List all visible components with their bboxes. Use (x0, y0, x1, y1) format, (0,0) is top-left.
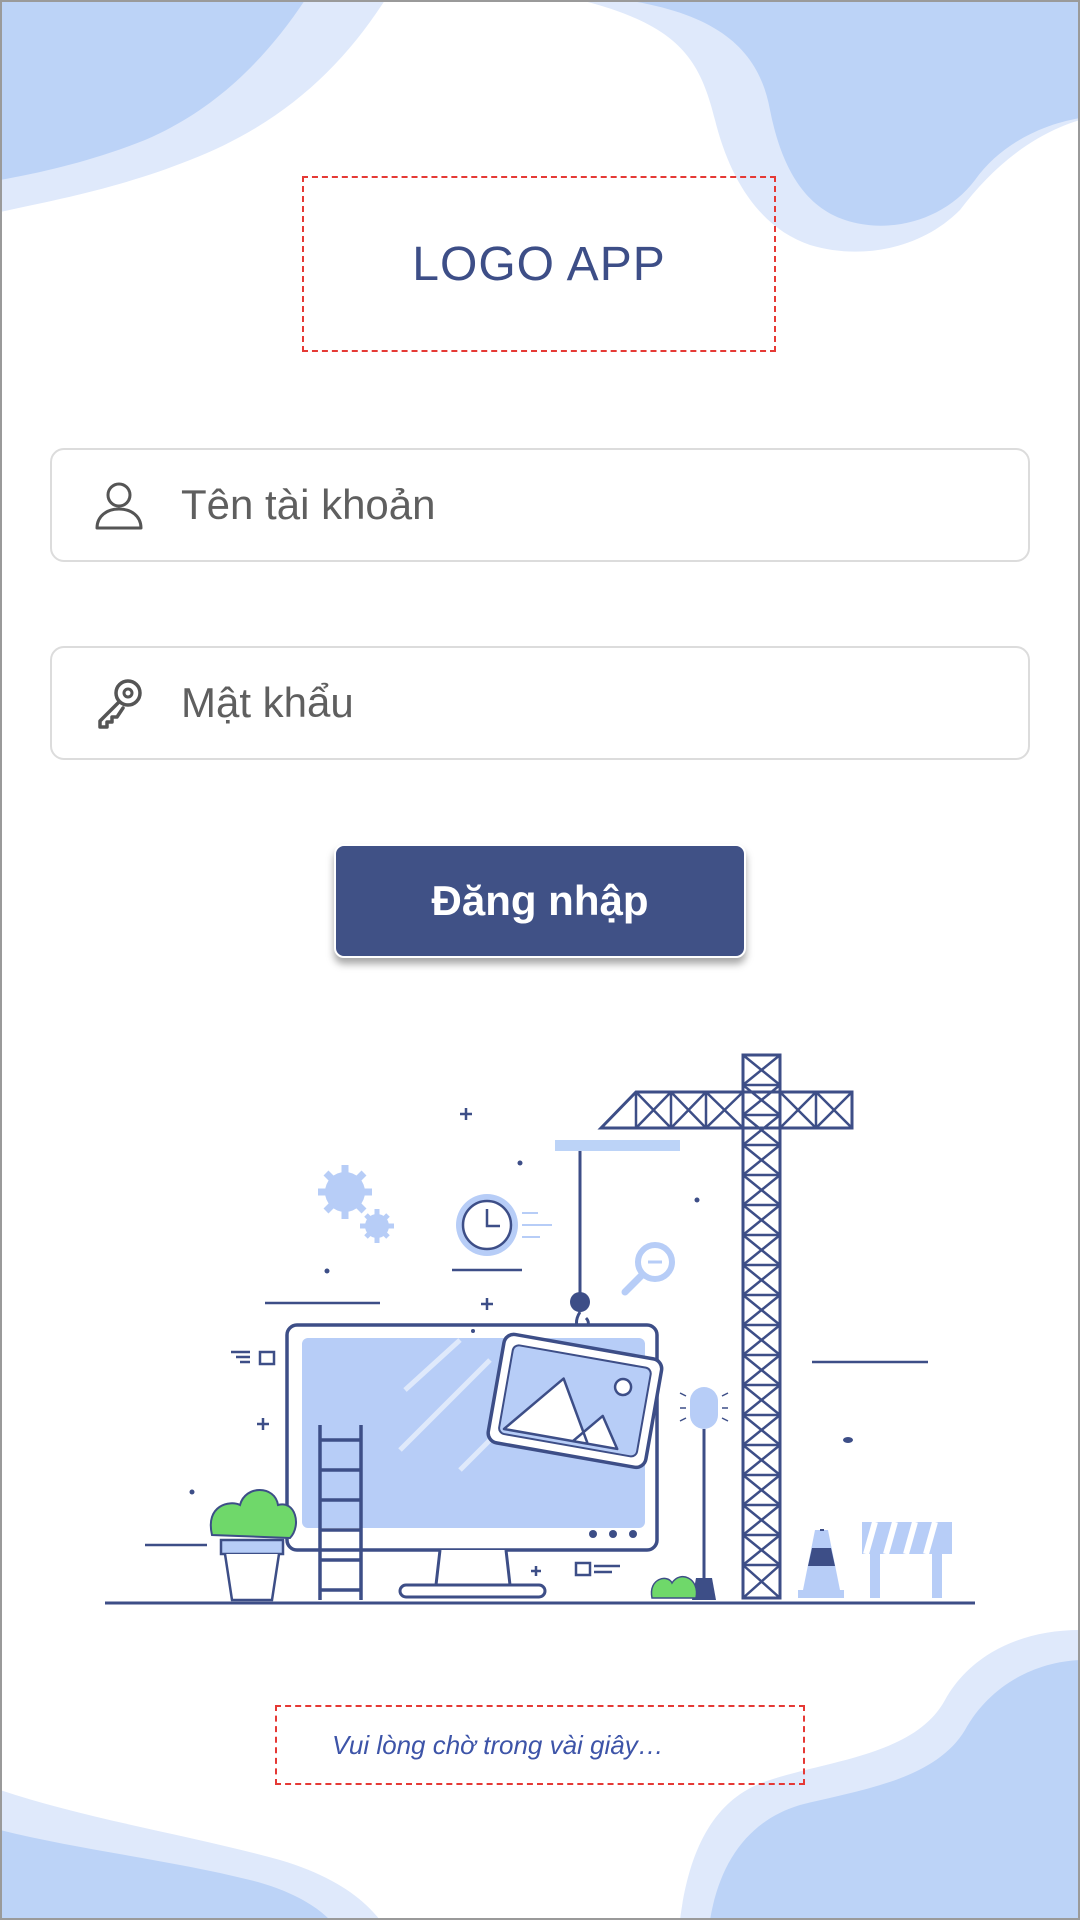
user-icon (89, 475, 149, 535)
password-field[interactable] (50, 646, 1030, 760)
logo-text: LOGO APP (412, 237, 666, 291)
status-message: Vui lòng chờ trong vài giây… (275, 1705, 805, 1785)
password-input[interactable] (179, 678, 1028, 728)
app-logo: LOGO APP (302, 176, 776, 352)
status-text: Vui lòng chờ trong vài giây… (332, 1729, 664, 1760)
login-button[interactable]: Đăng nhập (334, 844, 746, 958)
username-input[interactable] (179, 480, 1028, 530)
construction-illustration (105, 1053, 975, 1605)
username-field[interactable] (50, 448, 1030, 562)
key-icon (89, 673, 149, 733)
